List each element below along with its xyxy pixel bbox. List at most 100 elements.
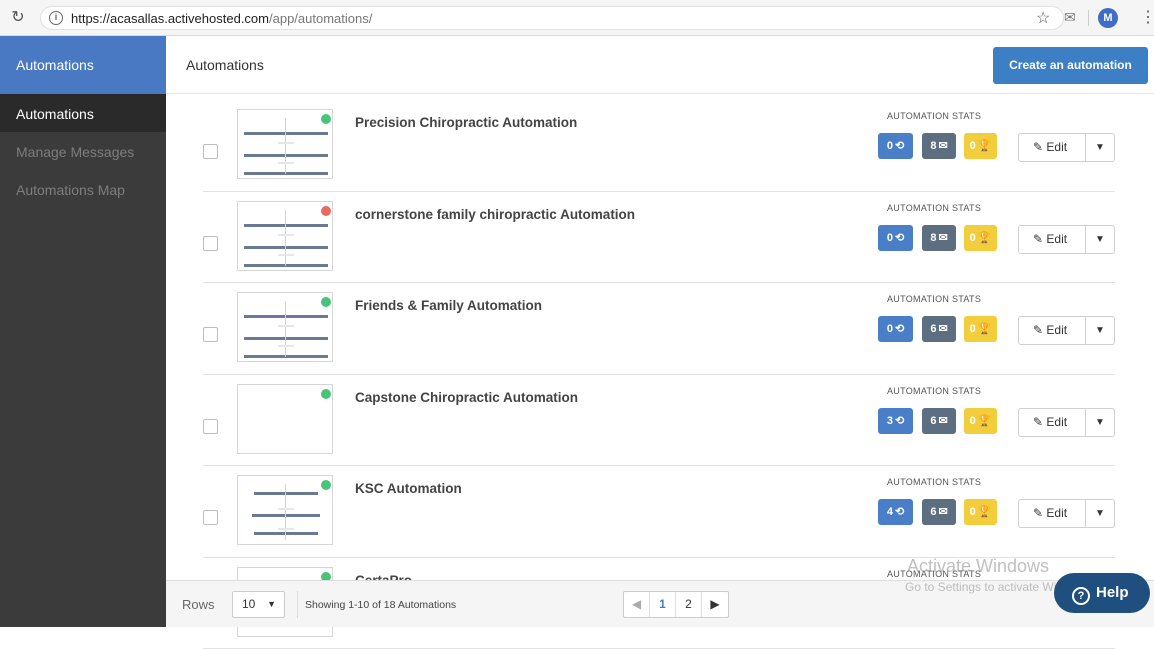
rows-per-page-select[interactable]: 10▼	[232, 591, 285, 618]
thumbnail-connector	[285, 118, 286, 174]
address-bar[interactable]: i https://acasallas.activehosted.com/app…	[40, 6, 1064, 30]
edit-button-group: ✎ Edit ▼	[1018, 225, 1115, 254]
automation-thumbnail[interactable]	[237, 109, 333, 179]
edit-dropdown-toggle[interactable]: ▼	[1086, 409, 1114, 436]
chevron-down-icon: ▼	[1095, 417, 1105, 428]
envelope-icon: ✉	[938, 140, 947, 152]
next-page-icon[interactable]: ▶	[702, 592, 728, 617]
sidebar-item-automations[interactable]: Automations	[0, 94, 166, 132]
contacts-stat-badge[interactable]: 4⟲	[878, 499, 913, 525]
contacts-flow-icon: ⟲	[895, 415, 904, 427]
thumbnail-step	[244, 315, 328, 318]
contacts-count: 0	[887, 232, 893, 244]
contacts-stat-badge[interactable]: 0⟲	[878, 316, 913, 342]
edit-button[interactable]: ✎ Edit	[1019, 500, 1086, 527]
chevron-down-icon: ▼	[1095, 142, 1105, 153]
automation-title[interactable]: Precision Chiropractic Automation	[355, 115, 577, 130]
goals-stat-badge[interactable]: 0🏆	[964, 225, 997, 251]
automation-row: Capstone Chiropractic Automation AUTOMAT…	[203, 375, 1115, 467]
showing-count: Showing 1-10 of 18 Automations	[305, 599, 456, 611]
edit-label: Edit	[1046, 506, 1067, 520]
row-checkbox[interactable]	[203, 419, 218, 434]
sidebar-item-automations-map[interactable]: Automations Map	[0, 170, 166, 208]
help-label: Help	[1096, 584, 1129, 601]
trophy-icon: 🏆	[978, 415, 992, 427]
thumbnail-step	[254, 492, 318, 495]
row-checkbox[interactable]	[203, 510, 218, 525]
pager: ◀ 1 2 ▶	[623, 591, 729, 618]
rows-per-page-value: 10	[242, 597, 255, 611]
edit-button[interactable]: ✎ Edit	[1019, 317, 1086, 344]
edit-label: Edit	[1046, 140, 1067, 154]
more-menu-icon[interactable]: ⋮	[1140, 7, 1154, 27]
bookmark-star-icon[interactable]: ☆	[1036, 8, 1050, 28]
messages-stat-badge[interactable]: 8✉	[922, 133, 956, 159]
contacts-stat-badge[interactable]: 3⟲	[878, 408, 913, 434]
trophy-icon: 🏆	[978, 232, 992, 244]
edit-dropdown-toggle[interactable]: ▼	[1086, 317, 1114, 344]
pencil-icon: ✎	[1033, 506, 1043, 520]
edit-dropdown-toggle[interactable]: ▼	[1086, 226, 1114, 253]
page-button-2[interactable]: 2	[676, 592, 702, 617]
automation-title[interactable]: Friends & Family Automation	[355, 298, 542, 313]
thumbnail-step	[244, 154, 328, 157]
edit-button[interactable]: ✎ Edit	[1019, 226, 1086, 253]
chevron-down-icon: ▼	[1095, 234, 1105, 245]
url-text: https://acasallas.activehosted.com/app/a…	[71, 11, 372, 26]
edit-button-group: ✎ Edit ▼	[1018, 499, 1115, 528]
thumbnail-step	[244, 246, 328, 249]
create-automation-button[interactable]: Create an automation	[993, 47, 1148, 84]
automation-thumbnail[interactable]	[237, 292, 333, 362]
contacts-stat-badge[interactable]: 0⟲	[878, 133, 913, 159]
info-icon[interactable]: i	[49, 11, 63, 25]
messages-stat-badge[interactable]: 6✉	[922, 316, 956, 342]
thumbnail-step	[244, 172, 328, 175]
status-dot	[321, 206, 331, 216]
messages-stat-badge[interactable]: 8✉	[922, 225, 956, 251]
toolbar-divider	[1088, 10, 1089, 26]
sidebar-item-manage-messages[interactable]: Manage Messages	[0, 132, 166, 170]
row-checkbox[interactable]	[203, 144, 218, 159]
avatar[interactable]: M	[1098, 8, 1118, 28]
automation-title[interactable]: KSC Automation	[355, 481, 462, 496]
edit-button-group: ✎ Edit ▼	[1018, 133, 1115, 162]
sidebar-header[interactable]: Automations	[0, 36, 166, 94]
footer-divider	[297, 591, 298, 618]
row-checkbox[interactable]	[203, 327, 218, 342]
contacts-stat-badge[interactable]: 0⟲	[878, 225, 913, 251]
thumbnail-node	[278, 254, 294, 256]
mail-icon[interactable]: ✉	[1064, 9, 1076, 26]
automation-thumbnail[interactable]	[237, 475, 333, 545]
thumbnail-node	[278, 528, 294, 530]
automation-thumbnail[interactable]	[237, 384, 333, 454]
page-button-1[interactable]: 1	[650, 592, 676, 617]
goals-stat-badge[interactable]: 0🏆	[964, 408, 997, 434]
page-title: Automations	[186, 57, 264, 73]
help-button[interactable]: ?Help	[1054, 573, 1150, 613]
messages-stat-badge[interactable]: 6✉	[922, 499, 956, 525]
automation-thumbnail[interactable]	[237, 201, 333, 271]
edit-button[interactable]: ✎ Edit	[1019, 134, 1086, 161]
stats-label: AUTOMATION STATS	[887, 111, 981, 121]
sidebar: Automations Automations Manage Messages …	[0, 36, 166, 627]
envelope-icon: ✉	[938, 232, 947, 244]
thumbnail-step	[252, 514, 320, 517]
row-checkbox[interactable]	[203, 236, 218, 251]
goals-stat-badge[interactable]: 0🏆	[964, 499, 997, 525]
stats-label: AUTOMATION STATS	[887, 294, 981, 304]
main-content: Automations Create an automation Precisi…	[166, 36, 1154, 627]
stats-label: AUTOMATION STATS	[887, 203, 981, 213]
thumbnail-connector	[285, 484, 286, 540]
automation-title[interactable]: cornerstone family chiropractic Automati…	[355, 207, 635, 222]
prev-page-icon[interactable]: ◀	[624, 592, 650, 617]
edit-dropdown-toggle[interactable]: ▼	[1086, 500, 1114, 527]
thumbnail-node	[278, 234, 294, 236]
edit-dropdown-toggle[interactable]: ▼	[1086, 134, 1114, 161]
messages-stat-badge[interactable]: 6✉	[922, 408, 956, 434]
goals-stat-badge[interactable]: 0🏆	[964, 316, 997, 342]
automation-title[interactable]: Capstone Chiropractic Automation	[355, 390, 578, 405]
goals-stat-badge[interactable]: 0🏆	[964, 133, 997, 159]
pencil-icon: ✎	[1033, 415, 1043, 429]
reload-icon[interactable]: ↻	[8, 8, 28, 28]
edit-button[interactable]: ✎ Edit	[1019, 409, 1086, 436]
